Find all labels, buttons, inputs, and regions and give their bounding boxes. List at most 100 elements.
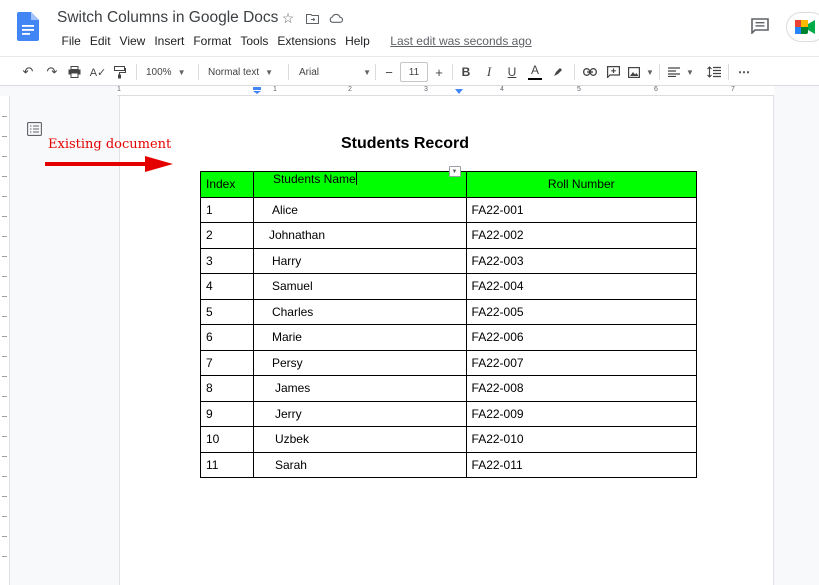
add-comment-icon[interactable] (605, 62, 621, 82)
toolbar-divider (659, 64, 660, 80)
toolbar-divider (288, 64, 289, 80)
ruler-tick (2, 156, 7, 157)
underline-icon[interactable]: U (505, 62, 519, 82)
header-cell-index[interactable]: Index (200, 171, 254, 198)
line-spacing-icon[interactable] (706, 62, 722, 82)
roll-number-cell[interactable]: FA22-005 (465, 298, 698, 325)
italic-icon[interactable]: I (482, 62, 496, 82)
name-cell[interactable]: Samuel (252, 273, 467, 300)
redo-icon[interactable]: ↷ (44, 62, 60, 82)
ruler-number: 4 (500, 86, 504, 93)
column-menu-icon[interactable]: ▼ (448, 166, 461, 177)
students-table[interactable]: Index Students Name ▼ Roll Number 1 Alic… (200, 166, 698, 478)
index-cell[interactable]: 9 (200, 400, 254, 427)
name-cell[interactable]: Persy (252, 349, 467, 376)
horizontal-ruler: 1 1 2 3 4 5 6 7 (0, 86, 819, 96)
paint-format-icon[interactable] (112, 62, 128, 82)
name-cell[interactable]: James (252, 375, 467, 402)
last-edit-link[interactable]: Last edit was seconds ago (390, 34, 531, 48)
star-icon[interactable]: ☆ (280, 10, 296, 26)
name-cell[interactable]: Sarah (252, 451, 467, 478)
roll-number-cell[interactable]: FA22-004 (465, 273, 698, 300)
header-cell-students-name[interactable]: Students Name ▼ (252, 166, 467, 198)
menu-edit[interactable]: Edit (85, 34, 115, 48)
undo-icon[interactable]: ↶ (20, 62, 36, 82)
meet-button[interactable] (786, 12, 819, 42)
index-cell[interactable]: 6 (200, 324, 254, 351)
docs-logo-icon[interactable] (17, 12, 39, 41)
header-cell-roll-number[interactable]: Roll Number (465, 171, 698, 198)
document-outline-icon[interactable] (27, 122, 42, 136)
ruler-number: 5 (577, 86, 581, 93)
document-title[interactable]: Switch Columns in Google Docs (57, 9, 278, 27)
roll-number-cell[interactable]: FA22-003 (465, 247, 698, 274)
right-indent-marker[interactable] (455, 87, 463, 94)
bold-icon[interactable]: B (459, 62, 473, 82)
ruler-tick (2, 436, 7, 437)
cloud-status-icon[interactable] (328, 10, 344, 26)
roll-number-cell[interactable]: FA22-006 (465, 324, 698, 351)
table-row: 7 Persy FA22-007 (200, 349, 698, 376)
zoom-select[interactable]: 100% ▼ (146, 62, 186, 82)
move-folder-icon[interactable] (304, 10, 320, 26)
name-cell[interactable]: Johnathan (252, 222, 467, 249)
roll-number-cell[interactable]: FA22-010 (465, 426, 698, 453)
print-icon[interactable] (66, 62, 82, 82)
spellcheck-icon[interactable]: A✓ (90, 62, 107, 82)
first-line-indent-marker[interactable] (253, 87, 261, 94)
align-select-icon[interactable]: ▼ (668, 62, 694, 82)
name-cell[interactable]: Alice (252, 196, 467, 223)
name-cell[interactable]: Harry (252, 247, 467, 274)
index-cell[interactable]: 5 (200, 298, 254, 325)
roll-number-cell[interactable]: FA22-009 (465, 400, 698, 427)
roll-number-cell[interactable]: FA22-002 (465, 222, 698, 249)
ruler-tick (2, 196, 7, 197)
text-color-icon[interactable]: A (528, 62, 542, 80)
menu-tools[interactable]: Tools (236, 34, 273, 48)
index-cell[interactable]: 3 (200, 247, 254, 274)
ruler-tick (2, 236, 7, 237)
index-cell[interactable]: 8 (200, 375, 254, 402)
ruler-page-area (117, 86, 774, 96)
insert-link-icon[interactable] (582, 62, 598, 82)
index-cell[interactable]: 2 (200, 222, 254, 249)
ruler-number: 1 (117, 86, 121, 93)
roll-number-cell[interactable]: FA22-001 (465, 196, 698, 223)
index-cell[interactable]: 7 (200, 349, 254, 376)
menu-format[interactable]: Format (189, 34, 236, 48)
ruler-tick (2, 556, 7, 557)
roll-number-cell[interactable]: FA22-011 (465, 451, 698, 478)
ruler-tick (2, 216, 7, 217)
menu-extensions[interactable]: Extensions (273, 34, 341, 48)
highlight-color-icon[interactable] (551, 62, 565, 82)
insert-image-icon[interactable]: ▼ (628, 62, 654, 82)
font-select[interactable]: Arial ▼ (299, 62, 371, 82)
index-cell[interactable]: 1 (200, 196, 254, 223)
font-size-input[interactable]: 11 (400, 62, 428, 82)
name-cell[interactable]: Charles (252, 298, 467, 325)
menu-view[interactable]: View (115, 34, 150, 48)
chevron-down-icon: ▼ (177, 67, 186, 77)
decrease-font-size-button[interactable]: − (382, 62, 396, 82)
index-cell[interactable]: 4 (200, 273, 254, 300)
menu-help[interactable]: Help (341, 34, 375, 48)
increase-font-size-button[interactable]: + (432, 62, 446, 82)
chevron-down-icon: ▼ (363, 67, 371, 77)
ruler-tick (2, 296, 7, 297)
roll-number-cell[interactable]: FA22-008 (465, 375, 698, 402)
index-cell[interactable]: 11 (200, 451, 254, 478)
name-cell[interactable]: Jerry (252, 400, 467, 427)
style-select[interactable]: Normal text ▼ (208, 62, 273, 82)
index-cell[interactable]: 10 (200, 426, 254, 453)
roll-number-cell[interactable]: FA22-007 (465, 349, 698, 376)
more-options-icon[interactable]: ⋯ (736, 62, 752, 82)
menu-file[interactable]: File (57, 34, 85, 48)
menu-insert[interactable]: Insert (150, 34, 189, 48)
name-cell[interactable]: Uzbek (252, 426, 467, 453)
comment-history-icon[interactable] (751, 18, 769, 34)
document-heading[interactable]: Students Record (200, 135, 610, 153)
name-cell[interactable]: Marie (252, 324, 467, 351)
table-row: 9 Jerry FA22-009 (200, 400, 698, 427)
ruler-tick (2, 456, 7, 457)
toolbar-divider (198, 64, 199, 80)
